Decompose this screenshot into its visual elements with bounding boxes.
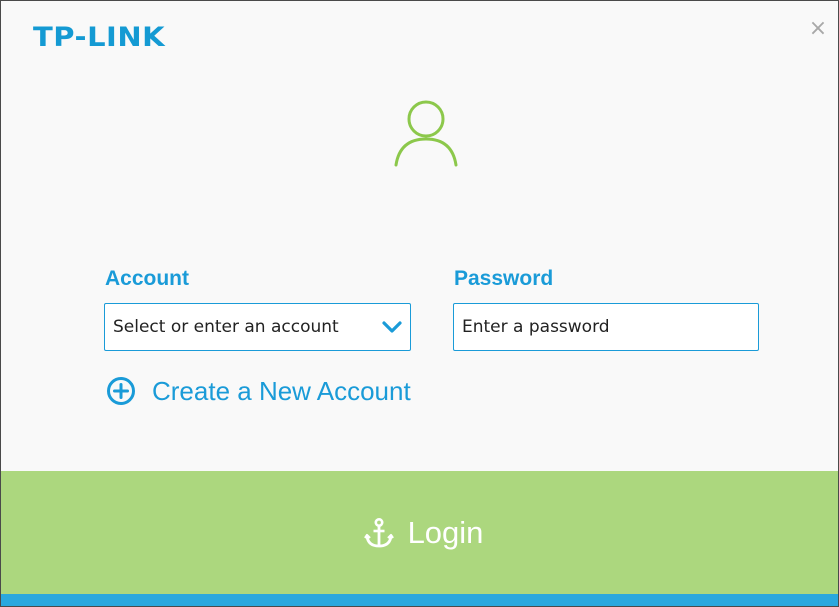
account-combobox[interactable]	[104, 303, 411, 351]
login-window: TP-LINK × Account Password Create a New …	[0, 0, 839, 607]
user-outline-icon	[394, 100, 458, 167]
password-label: Password	[454, 267, 554, 290]
create-account-label: Create a New Account	[152, 375, 411, 406]
password-input[interactable]	[454, 304, 758, 350]
account-label: Account	[105, 267, 189, 290]
create-account-link[interactable]: Create a New Account	[106, 375, 411, 407]
login-button[interactable]: Login	[1, 471, 838, 594]
close-icon[interactable]: ×	[808, 18, 828, 40]
bottom-accent-strip	[1, 594, 838, 606]
chevron-down-icon[interactable]	[382, 319, 402, 335]
login-label: Login	[407, 514, 484, 550]
anchor-icon	[363, 517, 394, 547]
plus-circle-icon	[107, 377, 135, 405]
account-input[interactable]	[105, 304, 410, 350]
password-field[interactable]	[453, 303, 759, 351]
tp-link-logo: TP-LINK	[33, 21, 166, 53]
